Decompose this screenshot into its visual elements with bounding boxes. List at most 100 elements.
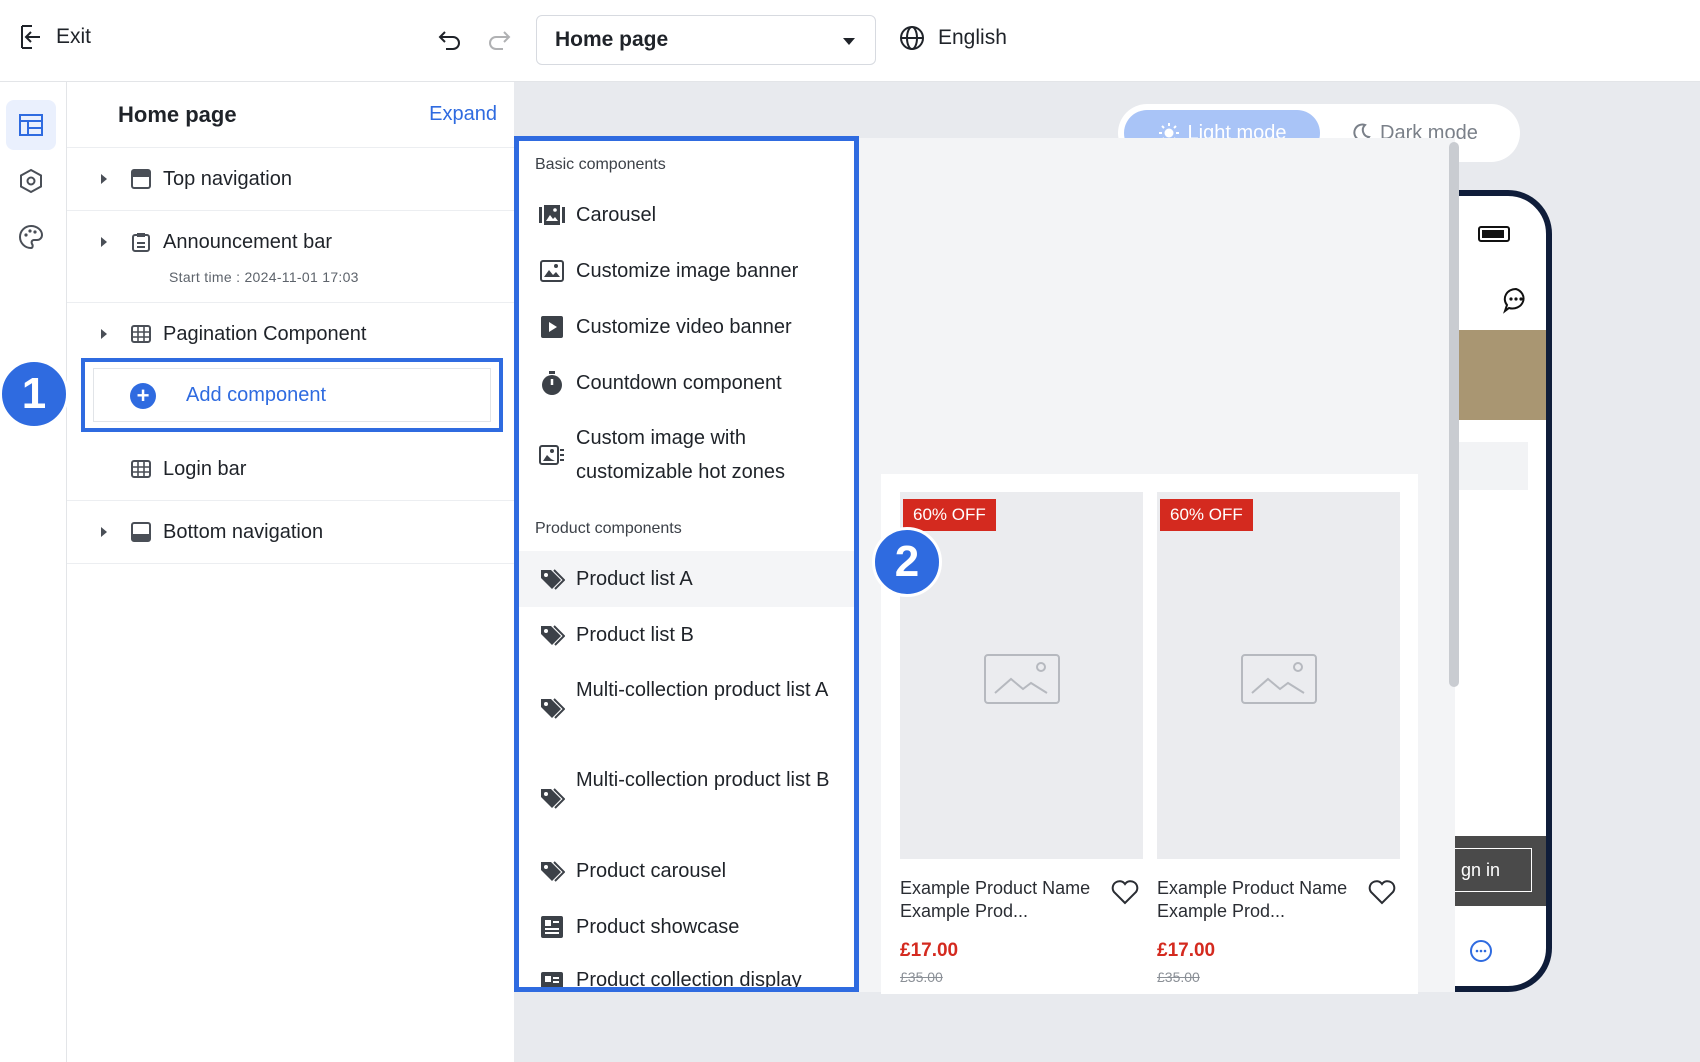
exit-icon xyxy=(21,25,40,49)
component-option-hot-zones[interactable]: Custom image with customizable hot zones xyxy=(519,411,854,499)
top-bar: Exit Home page English xyxy=(0,0,1700,82)
tag-icon xyxy=(541,569,565,590)
add-component-highlight: + Add component xyxy=(81,358,503,432)
caret-right-icon[interactable] xyxy=(101,174,107,184)
grid-icon xyxy=(131,460,151,478)
tree-header: Home page Expand xyxy=(67,82,514,148)
component-tree-panel: Home page Expand Top navigation Announce… xyxy=(67,82,514,1062)
plus-circle-icon: + xyxy=(130,383,156,409)
component-option-product-collection-display[interactable]: Product collection display xyxy=(519,955,854,991)
component-option-label: Customize image banner xyxy=(576,260,799,282)
product-name: Example Product Name Example Prod... xyxy=(900,878,1091,921)
component-option-label: Carousel xyxy=(576,204,657,226)
caret-right-icon[interactable] xyxy=(101,527,107,537)
bottom-bar-icon xyxy=(131,522,151,542)
chevron-down-icon xyxy=(843,38,855,45)
component-option-multi-collection-a[interactable]: Multi-collection product list A xyxy=(519,663,854,753)
heart-icon[interactable] xyxy=(1110,878,1140,906)
tag-icon xyxy=(541,625,565,646)
step-badge-2: 2 xyxy=(872,527,942,597)
tag-icon xyxy=(541,698,565,719)
chat-icon[interactable] xyxy=(1502,286,1530,314)
exit-button[interactable]: Exit xyxy=(18,24,91,50)
tag-icon xyxy=(541,861,565,882)
battery-icon xyxy=(1478,226,1510,242)
component-option-label: Product list B xyxy=(576,624,694,646)
component-option-product-list-b[interactable]: Product list B xyxy=(519,607,854,663)
tree-item-top-navigation[interactable]: Top navigation xyxy=(67,148,514,211)
video-icon xyxy=(541,316,563,338)
component-option-image-banner[interactable]: Customize image banner xyxy=(519,243,854,299)
add-component-label: Add component xyxy=(186,384,327,406)
component-option-video-banner[interactable]: Customize video banner xyxy=(519,299,854,355)
tree-item-label: Announcement bar xyxy=(163,231,333,253)
section-basic-components: Basic components xyxy=(535,156,666,173)
caret-right-icon[interactable] xyxy=(101,329,107,339)
tree-item-pagination-component[interactable]: Pagination Component xyxy=(67,303,514,363)
component-option-label: Product collection display xyxy=(576,969,802,991)
preview-scrollbar[interactable] xyxy=(1449,142,1459,687)
component-option-label: Customize video banner xyxy=(576,316,792,338)
tree-title: Home page xyxy=(118,102,237,127)
section-product-components: Product components xyxy=(535,520,682,537)
component-option-product-list-a[interactable]: Product list A xyxy=(519,551,854,607)
tree-item-label: Bottom navigation xyxy=(163,521,324,543)
expand-button[interactable]: Expand xyxy=(429,103,497,126)
carousel-icon xyxy=(539,205,565,225)
collection-icon xyxy=(541,972,563,987)
product-list-preview: 60% OFF Example Product Name Example Pro… xyxy=(881,474,1418,994)
component-option-countdown[interactable]: Countdown component xyxy=(519,355,854,411)
rail-layout-button[interactable] xyxy=(6,100,56,150)
left-rail xyxy=(0,82,67,1062)
tree-item-login-bar[interactable]: Login bar xyxy=(67,438,514,501)
product-name: Example Product Name Example Prod... xyxy=(1157,878,1348,921)
sign-in-button[interactable]: gn in xyxy=(1452,848,1532,892)
rail-theme-button[interactable] xyxy=(6,212,56,262)
component-option-product-showcase[interactable]: Product showcase xyxy=(519,899,854,955)
tree-item-announcement-bar[interactable]: Announcement bar Start time : 2024-11-01… xyxy=(67,211,514,303)
grid-icon xyxy=(131,325,151,343)
showcase-icon xyxy=(541,916,563,938)
component-option-label: Custom image with customizable hot zones xyxy=(576,427,786,483)
redo-icon[interactable] xyxy=(485,26,513,54)
tag-icon xyxy=(541,788,565,809)
component-option-label: Countdown component xyxy=(576,372,782,394)
tree-item-bottom-navigation[interactable]: Bottom navigation xyxy=(67,501,514,564)
tree-item-label: Top navigation xyxy=(163,168,292,190)
tree-item-label: Login bar xyxy=(163,458,247,480)
image-placeholder-icon xyxy=(984,654,1060,704)
component-picker-dropdown: Basic components Carousel Customize imag… xyxy=(514,136,859,992)
component-option-label: Multi-collection product list B xyxy=(576,769,830,791)
component-option-carousel[interactable]: Carousel xyxy=(519,187,854,243)
page-select[interactable]: Home page xyxy=(536,15,876,65)
component-option-multi-collection-b[interactable]: Multi-collection product list B xyxy=(519,753,854,843)
chat-bubble-icon[interactable] xyxy=(1468,938,1494,964)
component-option-label: Product list A xyxy=(576,568,693,590)
image-placeholder-icon xyxy=(1241,654,1317,704)
layout-icon xyxy=(19,114,43,136)
component-option-label: Multi-collection product list A xyxy=(576,679,829,701)
announcement-start-time: Start time : 2024-11-01 17:03 xyxy=(169,269,359,285)
navbar-icon xyxy=(131,169,151,189)
language-switcher[interactable]: English xyxy=(898,24,1007,52)
globe-icon xyxy=(900,26,924,50)
product-price: £17.00 xyxy=(900,940,959,961)
step-badge-1: 1 xyxy=(0,359,69,429)
palette-icon xyxy=(19,224,44,250)
heart-icon[interactable] xyxy=(1367,878,1397,906)
add-component-button[interactable]: + Add component xyxy=(93,368,491,422)
tree-item-label: Pagination Component xyxy=(163,323,367,345)
undo-icon[interactable] xyxy=(436,26,464,54)
page-select-value: Home page xyxy=(555,28,669,51)
caret-right-icon[interactable] xyxy=(101,237,107,247)
component-option-product-carousel[interactable]: Product carousel xyxy=(519,843,854,899)
rail-settings-button[interactable] xyxy=(6,156,56,206)
language-label: English xyxy=(938,26,1007,49)
component-option-label: Product carousel xyxy=(576,860,727,882)
component-option-label: Product showcase xyxy=(576,916,740,938)
product-old-price: £35.00 xyxy=(900,969,943,985)
image-icon xyxy=(540,260,564,282)
timer-icon xyxy=(542,371,562,395)
discount-badge: 60% OFF xyxy=(903,499,996,531)
discount-badge: 60% OFF xyxy=(1160,499,1253,531)
